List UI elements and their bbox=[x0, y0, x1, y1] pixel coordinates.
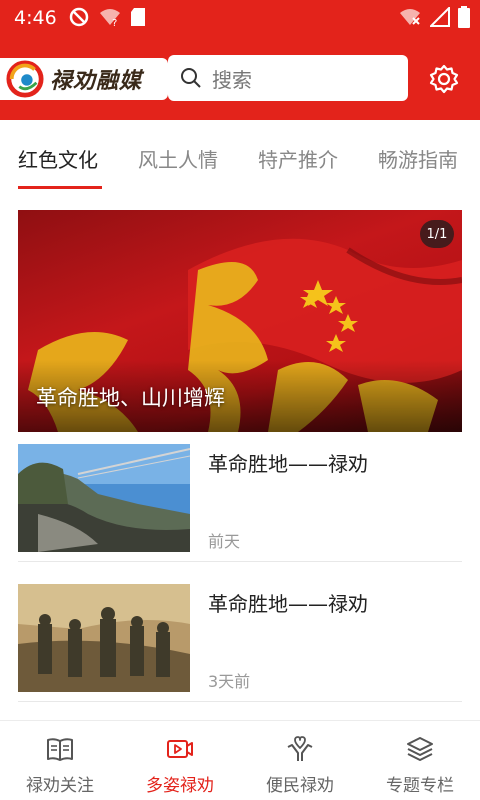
news-time: 前天 bbox=[208, 532, 241, 551]
status-bar: 4:46 ? bbox=[0, 0, 480, 36]
wifi-off-icon bbox=[400, 9, 420, 25]
news-title: 革命胜地——禄劝 bbox=[208, 592, 368, 616]
category-tabs: 红色文化 风土人情 特产推介 畅游指南 bbox=[0, 120, 480, 192]
tab-specialty-products[interactable]: 特产推介 bbox=[258, 144, 338, 173]
status-icons-left: ? bbox=[68, 6, 146, 28]
nav-label: 便民禄劝 bbox=[266, 776, 334, 796]
tab-local-customs[interactable]: 风土人情 bbox=[138, 144, 218, 173]
nav-item-luquan-focus[interactable]: 禄劝关注 bbox=[0, 721, 120, 800]
search-icon bbox=[181, 68, 201, 88]
app-header: 禄劝融媒 搜索 bbox=[0, 36, 480, 120]
tab-indicator bbox=[18, 186, 102, 189]
gear-icon[interactable] bbox=[428, 63, 460, 95]
nav-label: 专题专栏 bbox=[386, 776, 454, 796]
news-thumbnail bbox=[18, 444, 190, 552]
news-thumbnail bbox=[18, 584, 190, 692]
logo-icon bbox=[6, 60, 44, 98]
nav-item-convenience-luquan[interactable]: 便民禄劝 bbox=[240, 721, 360, 800]
search-placeholder: 搜索 bbox=[212, 67, 252, 92]
hands-heart-icon bbox=[287, 736, 313, 761]
news-title: 革命胜地——禄劝 bbox=[208, 452, 368, 476]
nav-label: 禄劝关注 bbox=[26, 776, 94, 796]
search-input[interactable]: 搜索 bbox=[168, 55, 408, 101]
tab-red-culture[interactable]: 红色文化 bbox=[18, 144, 98, 173]
bottom-nav: 禄劝关注 多姿禄劝 便民禄劝 专题专栏 bbox=[0, 720, 480, 800]
signal-icon bbox=[430, 7, 450, 27]
wifi-question-icon: ? bbox=[100, 9, 120, 28]
tab-travel-guide[interactable]: 畅游指南 bbox=[378, 144, 458, 173]
list-item[interactable]: 革命胜地——禄劝 前天 bbox=[18, 432, 462, 562]
list-item[interactable]: 革命胜地——禄劝 3天前 bbox=[18, 572, 462, 702]
video-icon bbox=[167, 740, 193, 758]
nav-item-special-topics[interactable]: 专题专栏 bbox=[360, 721, 480, 800]
nav-item-diverse-luquan[interactable]: 多姿禄劝 bbox=[120, 721, 240, 800]
do-not-disturb-icon bbox=[69, 7, 89, 27]
nav-label: 多姿禄劝 bbox=[146, 776, 214, 796]
status-icons-right bbox=[398, 6, 470, 28]
book-icon bbox=[47, 738, 73, 761]
app-logo: 禄劝融媒 bbox=[0, 58, 168, 100]
news-time: 3天前 bbox=[208, 672, 251, 691]
banner-caption: 革命胜地、山川增辉 bbox=[36, 386, 225, 410]
sd-card-icon bbox=[131, 8, 145, 26]
battery-icon bbox=[458, 6, 470, 28]
svg-text:?: ? bbox=[112, 18, 117, 28]
banner-counter: 1/1 bbox=[420, 220, 454, 248]
status-time: 4:46 bbox=[14, 7, 57, 29]
logo-text: 禄劝融媒 bbox=[50, 68, 143, 94]
layers-icon bbox=[407, 737, 433, 761]
banner-carousel[interactable]: 1/1 革命胜地、山川增辉 bbox=[18, 210, 462, 432]
